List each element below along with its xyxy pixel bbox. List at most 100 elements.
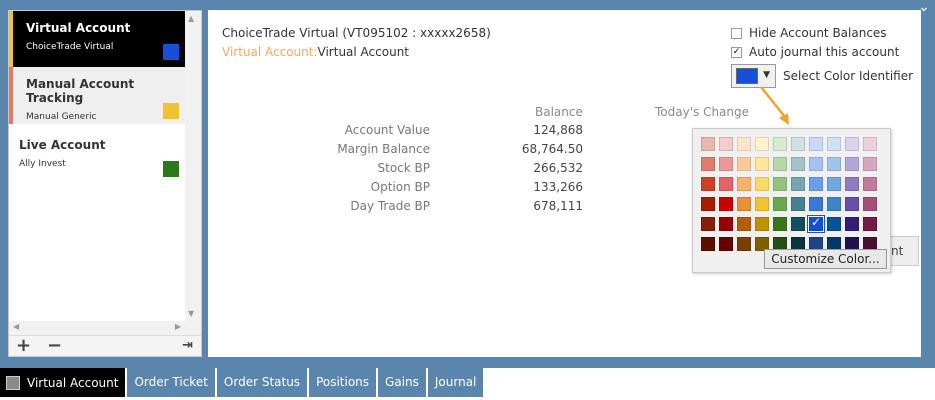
exit-icon[interactable]: ⇥ (182, 336, 193, 356)
palette-color-swatch[interactable] (809, 137, 823, 151)
palette-color-swatch[interactable] (737, 157, 751, 171)
balance-row: Account Value 124,868 (308, 123, 583, 142)
palette-color-swatch[interactable] (845, 197, 859, 211)
palette-color-swatch[interactable] (773, 197, 787, 211)
palette-color-swatch[interactable] (737, 217, 751, 231)
callout-arrow-icon (760, 86, 789, 125)
account-type-label: Virtual Account: (222, 45, 318, 59)
auto-journal-label: Auto journal this account (749, 45, 900, 59)
palette-color-swatch[interactable] (809, 177, 823, 191)
palette-color-swatch[interactable] (755, 177, 769, 191)
vertical-scrollbar[interactable]: ▲ ▼ (185, 11, 201, 321)
palette-color-swatch[interactable] (791, 177, 805, 191)
tab-gains[interactable]: Gains (378, 368, 428, 397)
palette-color-swatch[interactable] (719, 157, 733, 171)
palette-color-swatch[interactable] (845, 217, 859, 231)
tab-order-status[interactable]: Order Status (216, 368, 310, 397)
tab-virtual-account[interactable]: Virtual Account (0, 368, 128, 397)
palette-color-swatch[interactable] (773, 217, 787, 231)
palette-color-swatch[interactable] (827, 217, 841, 231)
color-palette-popup: Customize Color... (692, 128, 891, 273)
palette-color-swatch[interactable] (827, 137, 841, 151)
palette-color-swatch[interactable] (863, 217, 877, 231)
palette-color-swatch[interactable] (755, 217, 769, 231)
palette-color-swatch[interactable] (809, 157, 823, 171)
palette-color-swatch[interactable] (809, 197, 823, 211)
partially-hidden-button[interactable]: nt (889, 236, 919, 266)
account-item-virtual[interactable]: Virtual Account ChoiceTrade Virtual (9, 11, 185, 67)
scroll-right-icon[interactable]: ▶ (175, 322, 181, 331)
account-item-live[interactable]: Live Account Ally Invest (9, 124, 185, 180)
palette-color-swatch[interactable] (719, 197, 733, 211)
palette-color-swatch[interactable] (701, 197, 715, 211)
palette-color-swatch[interactable] (719, 137, 733, 151)
palette-color-swatch[interactable] (737, 237, 751, 251)
account-type: Virtual Account:Virtual Account (222, 45, 409, 59)
balance-value: 124,868 (533, 123, 583, 137)
palette-color-swatch[interactable] (863, 137, 877, 151)
palette-color-swatch[interactable] (737, 137, 751, 151)
balance-column-header: Balance (535, 105, 583, 119)
balance-label: Day Trade BP (350, 199, 430, 213)
palette-color-swatch[interactable] (701, 237, 715, 251)
palette-color-swatch[interactable] (719, 217, 733, 231)
palette-color-swatch[interactable] (791, 197, 805, 211)
palette-color-swatch[interactable] (773, 137, 787, 151)
palette-color-swatch[interactable] (737, 197, 751, 211)
account-name: Live Account (19, 138, 106, 152)
account-name: Virtual Account (26, 21, 131, 35)
remove-account-button[interactable]: − (47, 336, 62, 356)
palette-color-swatch[interactable] (755, 137, 769, 151)
tab-color-swatch (6, 375, 20, 390)
balance-row: Stock BP 266,532 (308, 161, 584, 180)
scroll-down-icon[interactable]: ▼ (188, 309, 194, 318)
scroll-up-icon[interactable]: ▲ (188, 14, 194, 23)
customize-color-button[interactable]: Customize Color... (764, 249, 887, 269)
add-account-button[interactable]: + (16, 336, 31, 356)
auto-journal-checkbox[interactable]: ✓ (731, 46, 742, 58)
palette-color-swatch[interactable] (791, 217, 805, 231)
balance-value: 68,764.50 (521, 142, 583, 156)
palette-color-swatch[interactable] (701, 177, 715, 191)
tab-journal[interactable]: Journal (427, 368, 486, 397)
tab-order-ticket[interactable]: Order Ticket (127, 368, 217, 397)
palette-color-swatch[interactable] (863, 157, 877, 171)
palette-color-swatch[interactable] (845, 177, 859, 191)
palette-color-swatch[interactable] (827, 197, 841, 211)
palette-color-swatch[interactable] (827, 157, 841, 171)
palette-color-swatch[interactable] (773, 177, 787, 191)
account-item-manual[interactable]: Manual Account Tracking Manual Generic (9, 67, 185, 124)
horizontal-scrollbar[interactable]: ◀ ▶ (9, 321, 201, 335)
account-name: Manual Account Tracking (26, 77, 135, 105)
palette-color-swatch[interactable] (791, 137, 805, 151)
palette-color-swatch[interactable] (737, 177, 751, 191)
palette-color-swatch[interactable] (808, 215, 824, 232)
auto-journal-option[interactable]: ✓ Auto journal this account (731, 45, 899, 59)
palette-color-swatch[interactable] (773, 157, 787, 171)
color-grid (701, 137, 877, 251)
palette-color-swatch[interactable] (701, 217, 715, 231)
palette-color-swatch[interactable] (719, 237, 733, 251)
palette-color-swatch[interactable] (827, 177, 841, 191)
account-color-swatch (163, 161, 179, 177)
todays-change-column-header: Today's Change (655, 105, 750, 119)
hide-balances-label: Hide Account Balances (749, 26, 887, 40)
tab-positions[interactable]: Positions (309, 368, 379, 397)
palette-color-swatch[interactable] (863, 197, 877, 211)
palette-color-swatch[interactable] (755, 157, 769, 171)
palette-color-swatch[interactable] (701, 137, 715, 151)
palette-color-swatch[interactable] (845, 157, 859, 171)
scroll-left-icon[interactable]: ◀ (13, 322, 19, 331)
palette-color-swatch[interactable] (719, 177, 733, 191)
palette-color-swatch[interactable] (701, 157, 715, 171)
account-broker: Manual Generic (26, 112, 97, 122)
hide-balances-option[interactable]: Hide Account Balances (731, 26, 887, 40)
tab-label: Virtual Account (27, 375, 119, 390)
palette-color-swatch[interactable] (791, 157, 805, 171)
balance-label: Option BP (370, 180, 430, 194)
balance-row: Option BP 133,266 (308, 180, 583, 199)
hide-balances-checkbox[interactable] (731, 27, 742, 39)
palette-color-swatch[interactable] (755, 197, 769, 211)
palette-color-swatch[interactable] (845, 137, 859, 151)
palette-color-swatch[interactable] (863, 177, 877, 191)
